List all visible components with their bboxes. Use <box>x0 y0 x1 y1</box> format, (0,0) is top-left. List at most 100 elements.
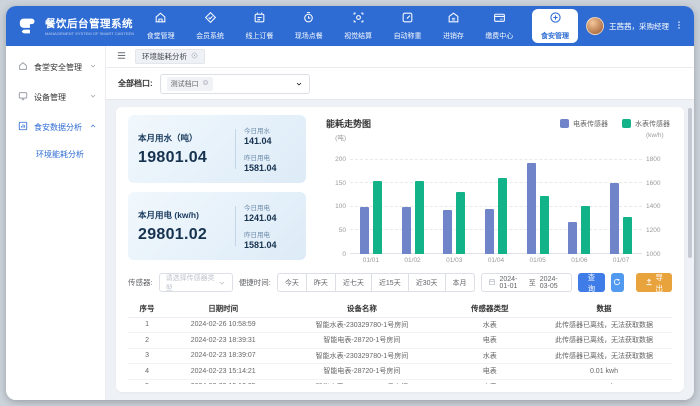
sensor-type-select[interactable]: 请选择传感器类型 <box>159 273 233 292</box>
tag-remove-icon[interactable] <box>202 79 209 88</box>
bar-groups <box>350 136 642 254</box>
member-icon <box>204 11 217 29</box>
quick-time-1[interactable]: 今天 <box>277 273 307 292</box>
table-cell: 5 <box>128 379 166 384</box>
content-panel: 本月用水（吨）19801.04今日用水141.04昨日用电1581.04本月用电… <box>116 107 684 392</box>
onsite-order-icon <box>302 11 315 29</box>
table-cell: 1 <box>128 317 166 333</box>
stall-selected-tag: 测试档口 <box>167 77 213 91</box>
main-area: 环境能耗分析 全部档口: 测试档口 <box>106 46 694 400</box>
nav-item-label: 会员系统 <box>196 31 224 41</box>
home-icon <box>18 61 28 73</box>
refresh-icon <box>613 278 621 288</box>
chart-plot <box>350 136 642 254</box>
more-dots-icon[interactable] <box>674 17 684 35</box>
chevron-down-icon <box>89 62 97 72</box>
table-cell: 3 <box>128 348 166 364</box>
quick-time-6[interactable]: 本月 <box>446 273 475 292</box>
left-axis-unit: (吨) <box>335 132 346 142</box>
right-tick: 1800 <box>646 156 660 163</box>
stat-value: 29801.02 <box>138 226 227 244</box>
bar-group-01/07 <box>610 183 632 254</box>
auto-weigh-icon <box>401 11 414 29</box>
user-menu[interactable]: 王茜茜，采购经理 <box>586 17 686 35</box>
nav-item-label: 食堂管理 <box>147 31 175 41</box>
data-table: 序号日期时间设备名称传感器类型数据 12024-02-26 10:58:59智能… <box>128 300 672 384</box>
canteen-icon <box>154 11 167 29</box>
bar-group-01/03 <box>443 192 465 254</box>
quick-time-3[interactable]: 近七天 <box>336 273 372 292</box>
app-window: 餐饮后台管理系统 MANAGEMENT SYSTEM OF SMART CANT… <box>6 6 694 400</box>
table-cell: 智能水表-230329780-1号房间 <box>280 317 443 333</box>
x-tick-label: 01/07 <box>613 257 629 264</box>
close-icon[interactable] <box>191 52 198 61</box>
page-tab-env-energy[interactable]: 环境能耗分析 <box>135 49 205 64</box>
stall-filter-label: 全部档口: <box>118 78 153 89</box>
sidebar-item-3[interactable]: 食安数据分析 <box>6 112 105 142</box>
food-safety-icon <box>549 11 562 29</box>
sidebar-item-label: 设备管理 <box>34 92 83 103</box>
query-toolbar: 传感器: 请选择传感器类型 便捷时间: 今天昨天近七天近15天近30天本月 <box>128 273 672 292</box>
nav-item-food-safety-active[interactable]: 食安管理 <box>532 9 578 43</box>
sensor-label: 传感器: <box>128 277 153 288</box>
nav-item-2[interactable]: 会员系统 <box>196 11 224 41</box>
nav-item-1[interactable]: 食堂管理 <box>147 11 175 41</box>
upload-icon <box>645 278 653 288</box>
hamburger-icon[interactable] <box>116 48 127 66</box>
chart-legend: 电表传感器 水表传感器 <box>560 119 670 129</box>
export-button[interactable]: 导出 <box>636 273 673 292</box>
stall-tag-label: 测试档口 <box>171 79 199 89</box>
stat-title: 本月用水（吨） <box>138 132 227 144</box>
sidebar-item-1[interactable]: 食堂安全管理 <box>6 52 105 82</box>
nav-item-label: 进销存 <box>443 31 464 41</box>
stat-value: 19801.04 <box>138 149 227 167</box>
sensor-placeholder: 请选择传感器类型 <box>166 273 218 293</box>
nav-item-label: 视觉结算 <box>344 31 372 41</box>
date-end: 2024-03-05 <box>540 276 565 290</box>
sidebar-item-2[interactable]: 设备管理 <box>6 82 105 112</box>
refresh-button[interactable] <box>611 273 624 292</box>
nav-item-7[interactable]: 进销存 <box>443 11 464 41</box>
search-button[interactable]: 查询 <box>578 273 605 292</box>
nav-item-8[interactable]: 缴费中心 <box>485 11 513 41</box>
bar-group-01/04 <box>485 178 507 254</box>
stat-sub: 昨日用电1581.04 <box>244 152 296 173</box>
table-header-cell: 日期时间 <box>166 300 280 317</box>
payment-icon <box>493 11 506 29</box>
quick-time-5[interactable]: 近30天 <box>409 273 446 292</box>
table-header-cell: 数据 <box>536 300 672 317</box>
bar-group-01/05 <box>527 163 549 254</box>
legend-item-electric[interactable]: 电表传感器 <box>560 119 608 129</box>
nav-item-5[interactable]: 视觉结算 <box>344 11 372 41</box>
table-row: 22024-02-23 18:39:31智能电表-28720-1号房间电表此传感… <box>128 333 672 349</box>
sidebar: 食堂安全管理设备管理食安数据分析环境能耗分析 <box>6 46 106 400</box>
nav-item-3[interactable]: 线上订餐 <box>245 11 273 41</box>
legend-item-water[interactable]: 水表传感器 <box>622 119 670 129</box>
nav-item-label: 缴费中心 <box>485 31 513 41</box>
online-order-icon <box>253 11 266 29</box>
quick-time-4[interactable]: 近15天 <box>372 273 409 292</box>
quick-time-2[interactable]: 昨天 <box>307 273 336 292</box>
sidebar-subitem-env-energy[interactable]: 环境能耗分析 <box>6 142 105 166</box>
water-bar <box>540 196 549 254</box>
stat-cards: 本月用水（吨）19801.04今日用水141.04昨日用电1581.04本月用电… <box>128 115 306 264</box>
x-tick-label: 01/02 <box>404 257 420 264</box>
vertical-scrollbar-thumb[interactable] <box>688 108 692 258</box>
chart-title: 能耗走势图 <box>326 117 560 130</box>
device-icon <box>18 91 28 103</box>
date-range-picker[interactable]: 2024-01-01 至 2024-03-05 <box>481 273 573 292</box>
nav-item-label: 线上订餐 <box>245 31 273 41</box>
water-bar <box>415 181 424 254</box>
stall-select[interactable]: 测试档口 <box>160 74 310 94</box>
quick-time-label: 便捷时间: <box>239 277 271 288</box>
stat-sub: 今日用水141.04 <box>244 125 296 146</box>
export-button-label: 导出 <box>656 272 664 294</box>
nav-item-6[interactable]: 自动称重 <box>394 11 422 41</box>
table-cell: 2024-02-23 15:13:25 <box>166 379 280 384</box>
stat-card-1: 本月用水（吨） 19801.04 今日用水141.04 昨日用电1581.04 <box>128 115 306 183</box>
date-start: 2024-01-01 <box>500 276 525 290</box>
nav-item-4[interactable]: 现场点餐 <box>295 11 323 41</box>
table-cell: 水表 <box>444 348 536 364</box>
chevron-down-icon <box>295 75 303 93</box>
electric-bar <box>402 207 411 254</box>
